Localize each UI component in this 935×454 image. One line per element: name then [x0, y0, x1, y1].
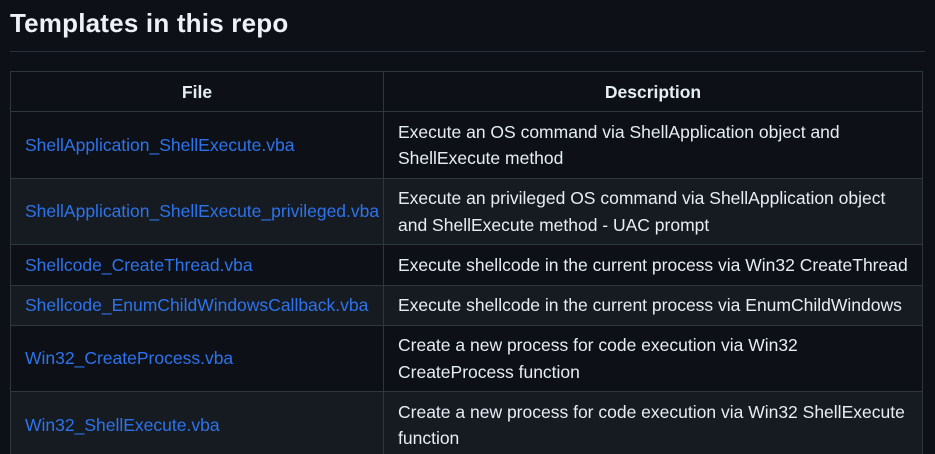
table-header-row: File Description [11, 72, 923, 112]
table-header-description: Description [384, 72, 923, 112]
description-cell: Execute an OS command via ShellApplicati… [384, 112, 923, 179]
description-cell: Execute shellcode in the current process… [384, 285, 923, 325]
file-cell: Shellcode_CreateThread.vba [11, 245, 384, 285]
file-link[interactable]: Win32_CreateProcess.vba [25, 348, 233, 368]
table-row: Win32_ShellExecute.vba Create a new proc… [11, 392, 923, 454]
templates-table: File Description ShellApplication_ShellE… [10, 71, 923, 454]
description-cell: Create a new process for code execution … [384, 392, 923, 454]
file-cell: Win32_ShellExecute.vba [11, 392, 384, 454]
file-link[interactable]: ShellApplication_ShellExecute.vba [25, 135, 294, 155]
description-cell: Create a new process for code execution … [384, 325, 923, 392]
page-title: Templates in this repo [10, 4, 925, 52]
table-row: ShellApplication_ShellExecute_privileged… [11, 178, 923, 245]
description-cell: Execute shellcode in the current process… [384, 245, 923, 285]
description-cell: Execute an privileged OS command via She… [384, 178, 923, 245]
file-link[interactable]: Shellcode_EnumChildWindowsCallback.vba [25, 295, 368, 315]
table-header-file: File [11, 72, 384, 112]
table-row: Shellcode_EnumChildWindowsCallback.vba E… [11, 285, 923, 325]
file-link[interactable]: Shellcode_CreateThread.vba [25, 255, 253, 275]
file-cell: ShellApplication_ShellExecute_privileged… [11, 178, 384, 245]
table-row: Shellcode_CreateThread.vba Execute shell… [11, 245, 923, 285]
table-row: Win32_CreateProcess.vba Create a new pro… [11, 325, 923, 392]
file-link[interactable]: ShellApplication_ShellExecute_privileged… [25, 201, 379, 221]
readme-content: Templates in this repo File Description … [0, 0, 935, 454]
file-cell: ShellApplication_ShellExecute.vba [11, 112, 384, 179]
file-cell: Win32_CreateProcess.vba [11, 325, 384, 392]
table-row: ShellApplication_ShellExecute.vba Execut… [11, 112, 923, 179]
file-cell: Shellcode_EnumChildWindowsCallback.vba [11, 285, 384, 325]
file-link[interactable]: Win32_ShellExecute.vba [25, 415, 220, 435]
